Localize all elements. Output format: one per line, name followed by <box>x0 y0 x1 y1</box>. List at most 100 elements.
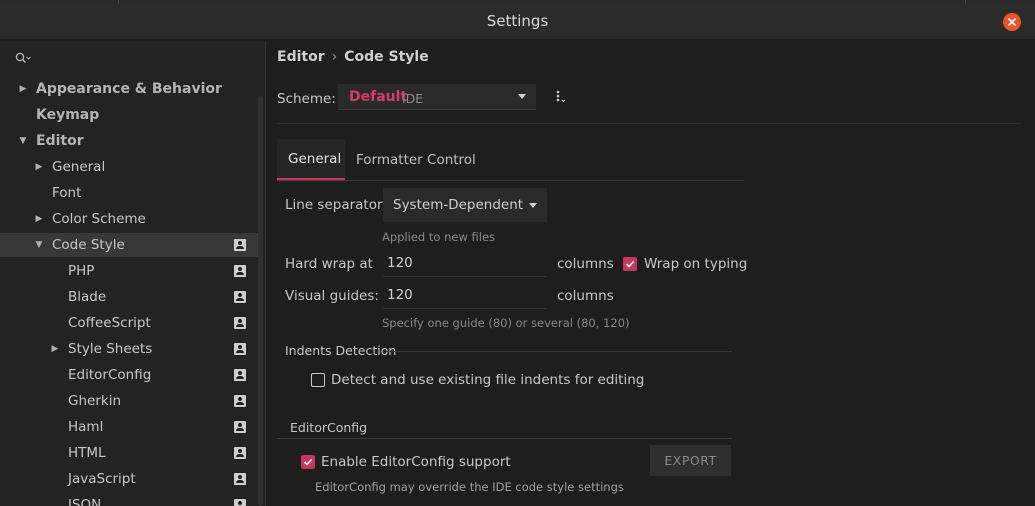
scheme-select[interactable]: Default IDE <box>338 84 536 110</box>
project-scope-icon <box>234 239 246 251</box>
tab-general[interactable]: General <box>277 139 345 180</box>
checkmark-icon <box>303 458 313 466</box>
project-scope-icon <box>234 369 246 381</box>
visual-guides-value: 120 <box>387 287 413 303</box>
sidebar-item-keymap[interactable]: Keymap <box>0 103 258 127</box>
wrap-on-typing-label[interactable]: Wrap on typing <box>644 256 747 272</box>
window-title: Settings <box>486 12 549 30</box>
sidebar-item-json[interactable]: JSON <box>0 493 258 506</box>
sidebar-item-javascript[interactable]: JavaScript <box>0 467 258 491</box>
chevron-down-icon <box>518 94 526 99</box>
detect-indents-checkbox[interactable] <box>311 373 325 387</box>
breadcrumb-parent[interactable]: Editor <box>277 49 325 65</box>
hard-wrap-label: Hard wrap at <box>285 256 373 272</box>
editorconfig-section-title: EditorConfig <box>290 420 368 435</box>
sidebar-item-label: Color Scheme <box>52 211 146 227</box>
expanded-arrow-icon[interactable]: ▼ <box>18 136 28 146</box>
line-separator-value: System-Dependent <box>393 197 524 213</box>
line-separator-label: Line separator: <box>285 197 387 213</box>
scheme-divider <box>277 123 1021 124</box>
tab-bar: General Formatter Control <box>277 139 744 181</box>
sidebar-scrollbar[interactable] <box>258 96 263 506</box>
project-scope-icon <box>234 447 246 459</box>
breadcrumb: Editor › Code Style <box>277 49 429 65</box>
visual-guides-label: Visual guides: <box>285 288 379 304</box>
line-separator-select[interactable]: System-Dependent <box>383 188 547 222</box>
settings-sidebar: ▶ Appearance & Behavior Keymap ▼ Editor ▶ Gene… <box>0 41 266 506</box>
sidebar-item-editorconfig[interactable]: EditorConfig <box>0 363 258 387</box>
scheme-label: Scheme: <box>277 91 336 107</box>
sidebar-item-label: HTML <box>68 445 106 461</box>
sidebar-item-editor[interactable]: ▼ Editor <box>0 129 258 153</box>
hard-wrap-field[interactable]: 120 <box>383 249 547 277</box>
sidebar-item-label: Style Sheets <box>68 341 153 357</box>
sidebar-item-general[interactable]: ▶ General <box>0 155 258 179</box>
sidebar-item-label: Haml <box>68 419 104 435</box>
sidebar-item-label: EditorConfig <box>68 367 152 383</box>
main-scrollbar[interactable] <box>1027 41 1035 506</box>
hard-wrap-value: 120 <box>387 255 413 271</box>
breadcrumb-separator: › <box>331 49 338 65</box>
sidebar-item-php[interactable]: PHP <box>0 259 258 283</box>
visual-guides-field[interactable]: 120 <box>383 281 547 309</box>
project-scope-icon <box>234 473 246 485</box>
sidebar-item-gherkin[interactable]: Gherkin <box>0 389 258 413</box>
sidebar-item-label: Keymap <box>36 107 100 123</box>
sidebar-item-label: Font <box>52 185 82 201</box>
project-scope-icon <box>234 395 246 407</box>
sidebar-item-label: PHP <box>68 263 95 279</box>
close-icon <box>1008 18 1016 26</box>
checkmark-icon <box>625 260 635 268</box>
sidebar-item-appearance-behavior[interactable]: ▶ Appearance & Behavior <box>0 77 258 101</box>
project-scope-icon <box>234 291 246 303</box>
enable-editorconfig-checkbox[interactable] <box>301 455 315 469</box>
scheme-sub: IDE <box>402 91 424 106</box>
tab-label: General <box>288 150 342 167</box>
tab-label: Formatter Control <box>356 151 476 168</box>
expanded-arrow-icon[interactable]: ▼ <box>34 240 44 250</box>
sidebar-item-label: JSON <box>68 497 102 506</box>
project-scope-icon <box>234 317 246 329</box>
project-scope-icon <box>234 265 246 277</box>
collapsed-arrow-icon[interactable]: ▶ <box>34 214 44 224</box>
sidebar-item-label: CoffeeScript <box>68 315 151 331</box>
sidebar-item-font[interactable]: Font <box>0 181 258 205</box>
search-icon[interactable] <box>14 51 34 67</box>
sidebar-item-label: General <box>52 159 106 175</box>
sidebar-item-haml[interactable]: Haml <box>0 415 258 439</box>
collapsed-arrow-icon[interactable]: ▶ <box>34 162 44 172</box>
sidebar-item-color-scheme[interactable]: ▶ Color Scheme <box>0 207 258 231</box>
wrap-on-typing-checkbox[interactable] <box>623 257 637 271</box>
sidebar-item-code-style[interactable]: ▼ Code Style <box>0 233 258 257</box>
collapsed-arrow-icon[interactable]: ▶ <box>50 344 60 354</box>
enable-editorconfig-label[interactable]: Enable EditorConfig support <box>321 454 511 470</box>
collapsed-arrow-icon[interactable]: ▶ <box>18 84 28 94</box>
sidebar-item-label: Appearance & Behavior <box>36 81 222 97</box>
indents-section-title: Indents Detection <box>285 343 397 358</box>
detect-indents-label[interactable]: Detect and use existing file indents for… <box>331 372 644 388</box>
title-bar: Settings <box>0 4 1035 40</box>
main-panel: Editor › Code Style Scheme: Default IDE Ge… <box>267 41 1035 506</box>
sidebar-item-label: Editor <box>36 133 84 149</box>
sidebar-item-label: Blade <box>68 289 107 305</box>
sidebar-item-html[interactable]: HTML <box>0 441 258 465</box>
editorconfig-hint: EditorConfig may override the IDE code s… <box>315 480 624 494</box>
tab-formatter-control[interactable]: Formatter Control <box>345 139 487 180</box>
sidebar-item-label: Gherkin <box>68 393 121 409</box>
project-scope-icon <box>234 499 246 506</box>
sidebar-item-label: JavaScript <box>68 471 136 487</box>
breadcrumb-current: Code Style <box>344 49 429 65</box>
more-options-icon[interactable] <box>553 89 567 105</box>
line-separator-hint: Applied to new files <box>382 230 496 244</box>
scheme-name: Default <box>349 89 408 105</box>
project-scope-icon <box>234 421 246 433</box>
indents-section-line <box>386 351 732 352</box>
sidebar-item-blade[interactable]: Blade <box>0 285 258 309</box>
sidebar-item-style-sheets[interactable]: ▶ Style Sheets <box>0 337 258 361</box>
close-button[interactable] <box>1003 13 1021 31</box>
visual-guides-hint: Specify one guide (80) or several (80, 1… <box>382 316 630 330</box>
sidebar-item-coffeescript[interactable]: CoffeeScript <box>0 311 258 335</box>
visual-guides-unit: columns <box>557 288 614 304</box>
chevron-down-icon <box>529 203 537 208</box>
export-button[interactable]: EXPORT <box>650 445 731 476</box>
